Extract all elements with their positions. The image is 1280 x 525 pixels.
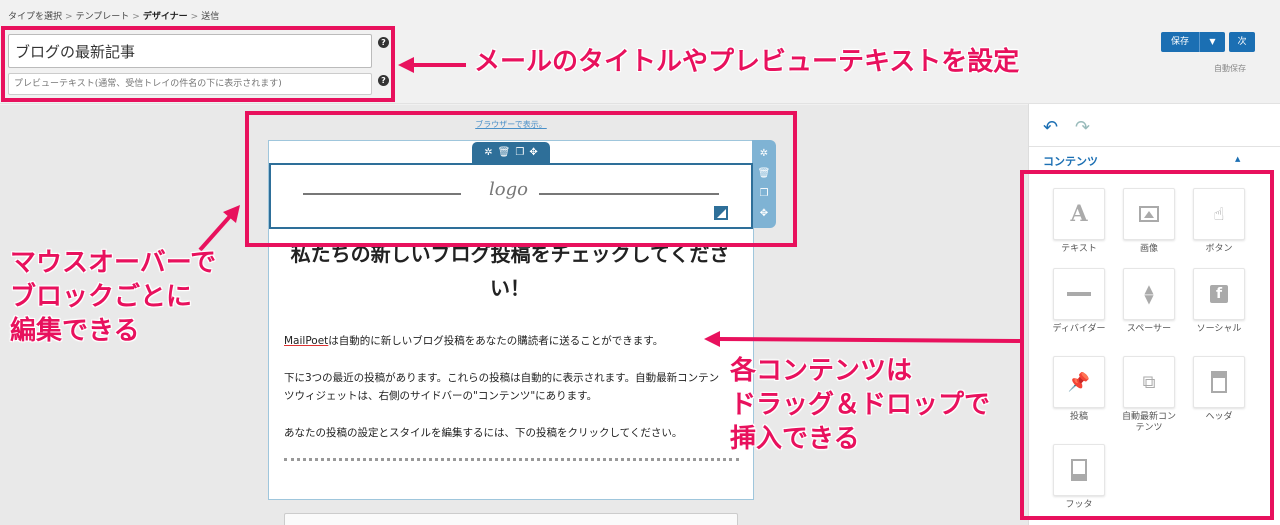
annotation-box-block: [245, 111, 797, 247]
annotation-box-widgets: [1020, 170, 1274, 520]
annotation-box-header: [1, 26, 395, 102]
breadcrumb: タイプを選択 > テンプレート > デザイナー > 送信: [8, 12, 220, 22]
post-block[interactable]: [284, 513, 738, 525]
next-button[interactable]: 次: [1229, 32, 1255, 52]
caret-up-icon[interactable]: ▲: [1235, 155, 1240, 163]
sidebar-divider: [1029, 146, 1280, 147]
email-paragraph[interactable]: あなたの投稿の設定とスタイルを編集するには、下の投稿をクリックしてください。: [284, 424, 729, 442]
caret-down-icon[interactable]: ▼: [1199, 32, 1225, 52]
breadcrumb-step-send[interactable]: 送信: [201, 12, 219, 22]
email-paragraph[interactable]: MailPoetは自動的に新しいブログ投稿をあなたの購読者に送ることができます。: [284, 332, 729, 350]
brand-name: MailPoet: [284, 335, 329, 347]
undo-icon[interactable]: ↶: [1043, 117, 1058, 138]
contents-section-title[interactable]: コンテンツ: [1043, 153, 1098, 169]
annotation-widgets-note: 各コンテンツは ドラッグ＆ドロップで 挿入できる: [730, 356, 991, 454]
breadcrumb-step-template[interactable]: テンプレート: [76, 12, 130, 22]
annotation-header-note: メールのタイトルやプレビューテキストを設定: [474, 47, 1020, 77]
autosave-status: 自動保存: [1214, 64, 1246, 73]
email-heading[interactable]: 私たちの新しいブログ投稿をチェックしてください！: [280, 237, 740, 305]
breadcrumb-step-designer: デザイナー: [142, 12, 188, 22]
dotted-divider[interactable]: [284, 458, 739, 461]
breadcrumb-step-type[interactable]: タイプを選択: [8, 12, 62, 22]
redo-icon[interactable]: ↷: [1075, 117, 1090, 138]
save-button[interactable]: 保存: [1161, 32, 1199, 52]
email-paragraph[interactable]: 下に3つの最近の投稿があります。これらの投稿は自動的に表示されます。自動最新コン…: [284, 369, 729, 405]
annotation-hover-note: マウスオーバーで ブロックごとに 編集できる: [10, 248, 217, 346]
